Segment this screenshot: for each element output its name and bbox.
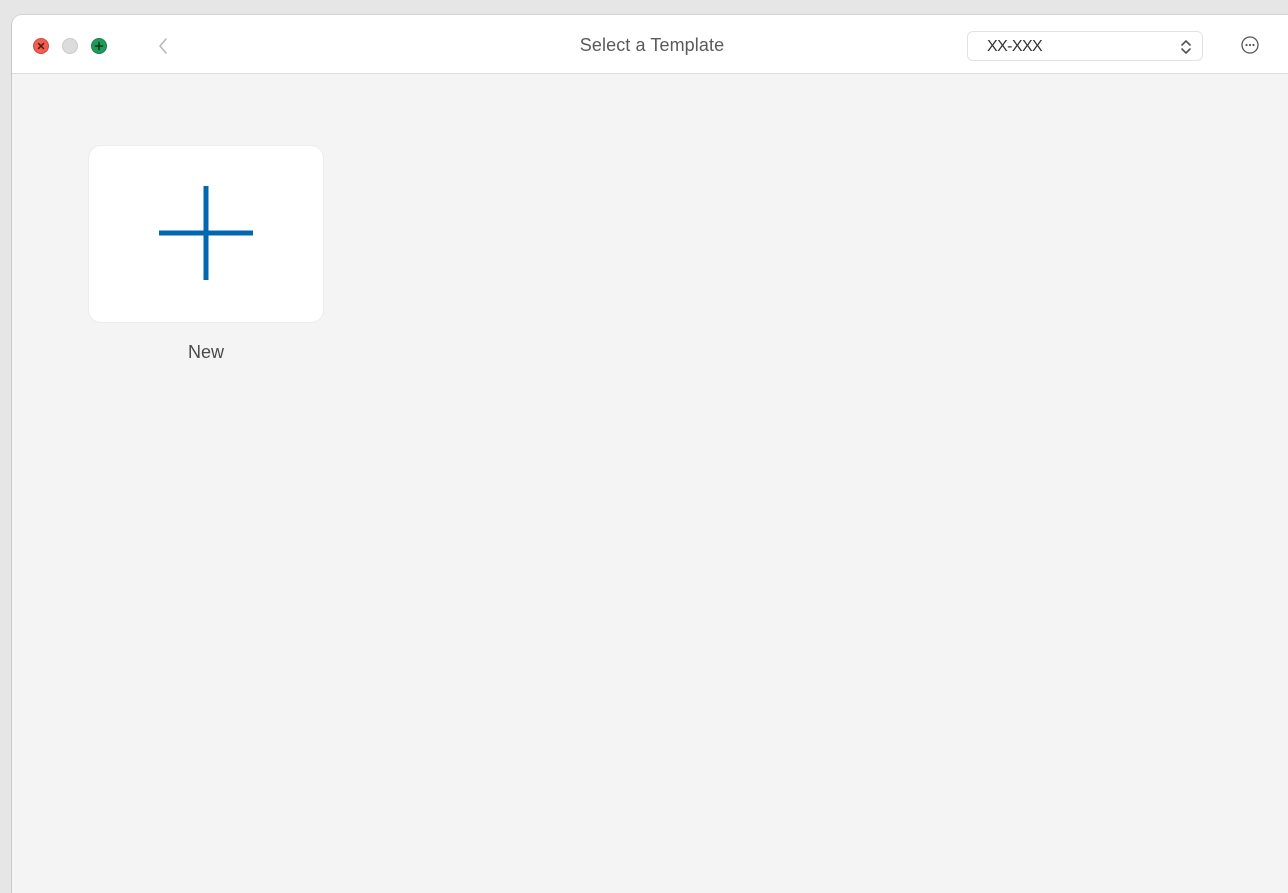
model-select[interactable]: XX-XXX	[967, 31, 1203, 61]
chevron-up-down-icon	[1181, 40, 1191, 54]
ellipsis-circle-icon	[1241, 36, 1259, 54]
new-template-tile[interactable]	[89, 146, 323, 322]
template-gallery: New	[12, 74, 1288, 893]
close-icon	[37, 42, 45, 50]
zoom-plus-icon	[94, 41, 104, 51]
plus-icon	[159, 186, 253, 280]
more-options-button[interactable]	[1240, 35, 1260, 55]
model-select-value: XX-XXX	[987, 38, 1043, 55]
window-title: Select a Template	[579, 35, 725, 55]
zoom-window-button[interactable]	[91, 38, 107, 54]
chevron-left-icon	[159, 38, 167, 54]
new-template-label: New	[187, 342, 224, 362]
minimize-window-button[interactable]	[62, 38, 78, 54]
title-bar: Select a Template XX-XXX	[12, 15, 1288, 74]
back-button[interactable]	[152, 35, 174, 57]
template-window: Select a Template XX-XXX New	[12, 15, 1288, 893]
close-window-button[interactable]	[33, 38, 49, 54]
